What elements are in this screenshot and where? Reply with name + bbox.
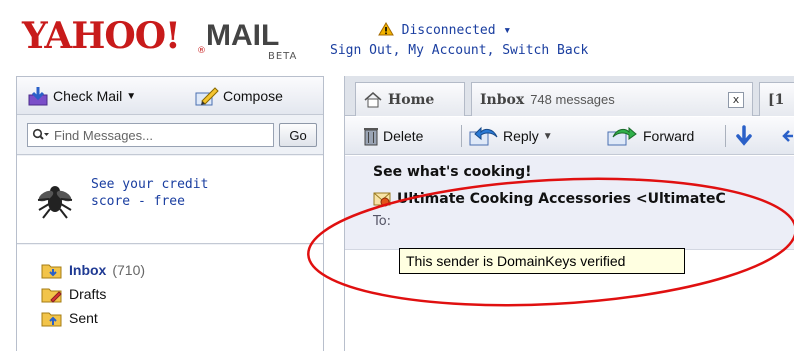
- tab-message[interactable]: [1: [759, 82, 794, 116]
- chevron-down-icon: ▾: [503, 23, 512, 38]
- check-mail-icon: [28, 87, 48, 106]
- logo-beta-text: BETA: [268, 51, 298, 62]
- my-account-link[interactable]: My Account: [408, 43, 486, 58]
- down-arrow-icon: [736, 125, 752, 146]
- delete-button[interactable]: Delete: [363, 124, 423, 148]
- folder-drafts[interactable]: Drafts: [41, 283, 106, 305]
- search-icon: [32, 128, 49, 140]
- domainkeys-tooltip: This sender is DomainKeys verified: [399, 248, 685, 274]
- connection-status-text: Disconnected: [401, 23, 496, 38]
- yahoo-mail-logo[interactable]: YAHOO! ® MAIL BETA: [22, 16, 322, 70]
- forward-icon: [607, 126, 637, 146]
- tab-home[interactable]: Home: [355, 82, 465, 116]
- logo-mail-text: MAIL: [206, 19, 280, 52]
- sidebar: Check Mail ▼ Compose Find Messages... Go: [16, 76, 324, 351]
- sender-name: Ultimate Cooking Accessories <UltimateC: [397, 191, 726, 207]
- tab-label: Home: [388, 91, 435, 108]
- home-icon: [364, 91, 382, 107]
- tab-inbox[interactable]: Inbox 748 messages x: [471, 82, 753, 116]
- search-input[interactable]: Find Messages...: [27, 123, 274, 147]
- reply-icon: [469, 126, 498, 146]
- drafts-folder-icon: [41, 288, 62, 303]
- tab-message-count: 748 messages: [530, 92, 615, 107]
- message-header: See what's cooking! Ultimate Cooking Acc…: [345, 156, 794, 250]
- link-separator: ,: [486, 43, 503, 58]
- tab-label: Inbox: [480, 91, 525, 108]
- logo-registered-mark: ®: [197, 46, 206, 56]
- account-links: Sign Out, My Account, Switch Back: [330, 43, 588, 58]
- reply-label: Reply: [503, 128, 539, 144]
- redacted-username: [330, 24, 370, 37]
- go-button[interactable]: Go: [279, 123, 317, 147]
- trash-icon: [364, 128, 378, 146]
- move-down-button[interactable]: [735, 124, 753, 148]
- check-mail-label: Check Mail: [53, 88, 123, 104]
- tab-bar: Home Inbox 748 messages x [1: [345, 76, 794, 116]
- folder-unread-count: (710): [112, 262, 146, 278]
- folder-sent[interactable]: Sent: [41, 307, 98, 329]
- tab-label: [1: [768, 91, 785, 108]
- search-placeholder: Find Messages...: [54, 127, 153, 143]
- forward-button[interactable]: Forward: [607, 124, 694, 148]
- chevron-down-icon: ▼: [542, 130, 553, 142]
- check-mail-button[interactable]: Check Mail ▼: [27, 85, 136, 107]
- delete-label: Delete: [383, 128, 424, 144]
- folder-inbox[interactable]: Inbox (710): [41, 259, 145, 281]
- link-separator: ,: [392, 43, 409, 58]
- toolbar-divider: [461, 125, 462, 147]
- ad-banner[interactable]: See your credit score - free: [17, 156, 323, 244]
- reply-button[interactable]: Reply ▼: [469, 124, 553, 148]
- switch-back-link[interactable]: Switch Back: [502, 43, 588, 58]
- folder-list: Inbox (710) Drafts Sent: [17, 245, 323, 351]
- previous-button[interactable]: [781, 124, 794, 148]
- search-row: Find Messages... Go: [17, 115, 323, 155]
- compose-icon: [195, 87, 219, 106]
- sidebar-toolbar: Check Mail ▼ Compose: [17, 77, 323, 115]
- sent-folder-icon: [41, 312, 62, 327]
- chevron-down-icon: ▼: [126, 90, 137, 102]
- to-label: To:: [373, 214, 392, 229]
- message-subject: See what's cooking!: [373, 164, 532, 180]
- compose-label: Compose: [223, 88, 283, 104]
- compose-button[interactable]: Compose: [195, 85, 283, 107]
- warning-icon: [377, 22, 394, 36]
- message-toolbar: Delete Reply ▼ Forward: [345, 117, 794, 155]
- ad-text: See your credit score - free: [91, 177, 209, 209]
- main-panel: Home Inbox 748 messages x [1 Delete Repl…: [344, 76, 794, 351]
- folder-label: Sent: [69, 310, 98, 326]
- close-icon[interactable]: x: [728, 91, 744, 108]
- inbox-folder-icon: [41, 264, 62, 279]
- domainkeys-verified-icon[interactable]: [373, 190, 391, 208]
- left-arrow-icon: [782, 130, 793, 142]
- message-recipient: To:: [373, 214, 391, 229]
- forward-label: Forward: [643, 128, 695, 144]
- folder-label: Drafts: [69, 286, 107, 302]
- logo-yahoo-text: YAHOO!: [22, 15, 181, 57]
- sign-out-link[interactable]: Sign Out: [330, 43, 393, 58]
- connection-status[interactable]: Disconnected ▾: [330, 22, 511, 40]
- fly-icon: [37, 186, 73, 219]
- message-sender[interactable]: Ultimate Cooking Accessories <UltimateC: [373, 190, 726, 208]
- toolbar-divider: [725, 125, 726, 147]
- folder-label: Inbox: [69, 262, 107, 278]
- app-header: YAHOO! ® MAIL BETA Disconnected ▾ Sign O…: [0, 0, 794, 76]
